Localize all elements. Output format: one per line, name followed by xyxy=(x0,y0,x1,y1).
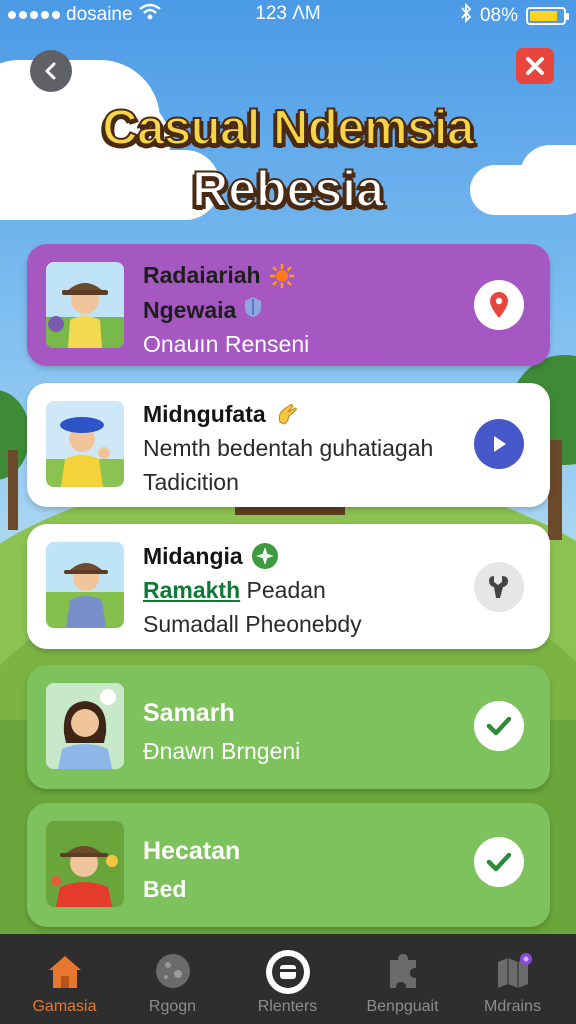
complete-button[interactable] xyxy=(474,837,524,887)
close-icon xyxy=(526,57,544,75)
globe-icon xyxy=(115,952,230,992)
complete-button[interactable] xyxy=(474,701,524,751)
card-subtitle: Nemth bedentah guhatiagah xyxy=(143,435,434,461)
tools-button[interactable] xyxy=(474,562,524,612)
card-subtitle: Ngewaia xyxy=(143,296,237,323)
avatar-image xyxy=(46,262,124,348)
record-icon xyxy=(230,948,345,994)
compass-icon xyxy=(251,542,279,570)
avatar-image xyxy=(46,401,124,487)
avatar-image xyxy=(46,683,124,769)
card-description: Onauın Renseni xyxy=(143,331,310,357)
card-description: Tadicition xyxy=(143,469,239,495)
tab-puzzles[interactable]: Benpguait xyxy=(345,934,460,1024)
card-description: Sumadall Pheonebdy xyxy=(143,611,362,637)
card-title: Radaiariah xyxy=(143,262,261,288)
card-title: Hecatan xyxy=(143,837,241,865)
play-icon xyxy=(494,436,506,452)
tab-label: Rlenters xyxy=(257,998,318,1015)
location-pin-icon xyxy=(490,292,508,318)
list-item-card[interactable]: Samarh Ɖnawn Brngeni xyxy=(27,665,550,789)
sun-icon xyxy=(269,263,295,289)
list-item-card[interactable]: Midangia Ramakth Peadan Sumadall Pheoneb… xyxy=(27,524,550,649)
card-link[interactable]: Ramakth xyxy=(143,577,240,603)
avatar-image xyxy=(46,821,124,907)
list-item-card[interactable]: Midnɡufata Nemth bedentah guhatiagah Tad… xyxy=(27,383,550,507)
home-icon xyxy=(7,952,122,992)
map-icon xyxy=(455,952,570,992)
puzzle-icon xyxy=(345,952,460,992)
tab-maps[interactable]: Mdrains xyxy=(455,934,570,1024)
tab-label: Benpguait xyxy=(366,998,439,1015)
close-button[interactable] xyxy=(516,48,554,84)
tab-label: Gamasia xyxy=(32,998,97,1015)
card-title: Samarh xyxy=(143,699,235,727)
check-icon xyxy=(486,716,512,736)
card-subtitle: Ɖnawn Brngeni xyxy=(143,738,301,764)
card-subtitle: Peadan xyxy=(246,577,326,603)
hand-wave-icon xyxy=(274,402,300,428)
check-icon xyxy=(486,852,512,872)
page-subtitle: Rebesia xyxy=(191,160,385,218)
wrench-icon xyxy=(489,576,508,598)
card-title: Midnɡufata xyxy=(143,401,266,427)
tab-label: Rgogn xyxy=(148,998,197,1015)
list-item-card[interactable]: Hecatan Bed xyxy=(27,803,550,927)
status-bar: dosaine 123 ɅM 08% xyxy=(0,0,576,28)
battery-percent: 08% xyxy=(479,5,518,26)
tab-records[interactable]: Rlenters xyxy=(230,934,345,1024)
card-subtitle: Bed xyxy=(143,876,187,902)
shield-icon xyxy=(244,296,262,324)
avatar-image xyxy=(46,542,124,628)
list-item-card[interactable]: Radaiariah Ngewaia Onauın Renseni xyxy=(27,244,550,366)
card-title: Midangia xyxy=(143,542,243,569)
back-button[interactable] xyxy=(30,50,72,92)
tab-explore[interactable]: Rgogn xyxy=(115,934,230,1024)
bluetooth-icon xyxy=(460,2,472,29)
battery-icon xyxy=(526,7,569,25)
chevron-left-icon xyxy=(45,62,56,80)
page-title: Casual Ndemsia xyxy=(101,100,475,156)
location-button[interactable] xyxy=(474,280,524,330)
tab-label: Mdrains xyxy=(484,998,541,1015)
bottom-tab-bar: Gamasia Rgogn Rlenters Benpguait Mdrains xyxy=(0,934,576,1024)
play-button[interactable] xyxy=(474,419,524,469)
tab-home[interactable]: Gamasia xyxy=(7,934,122,1024)
